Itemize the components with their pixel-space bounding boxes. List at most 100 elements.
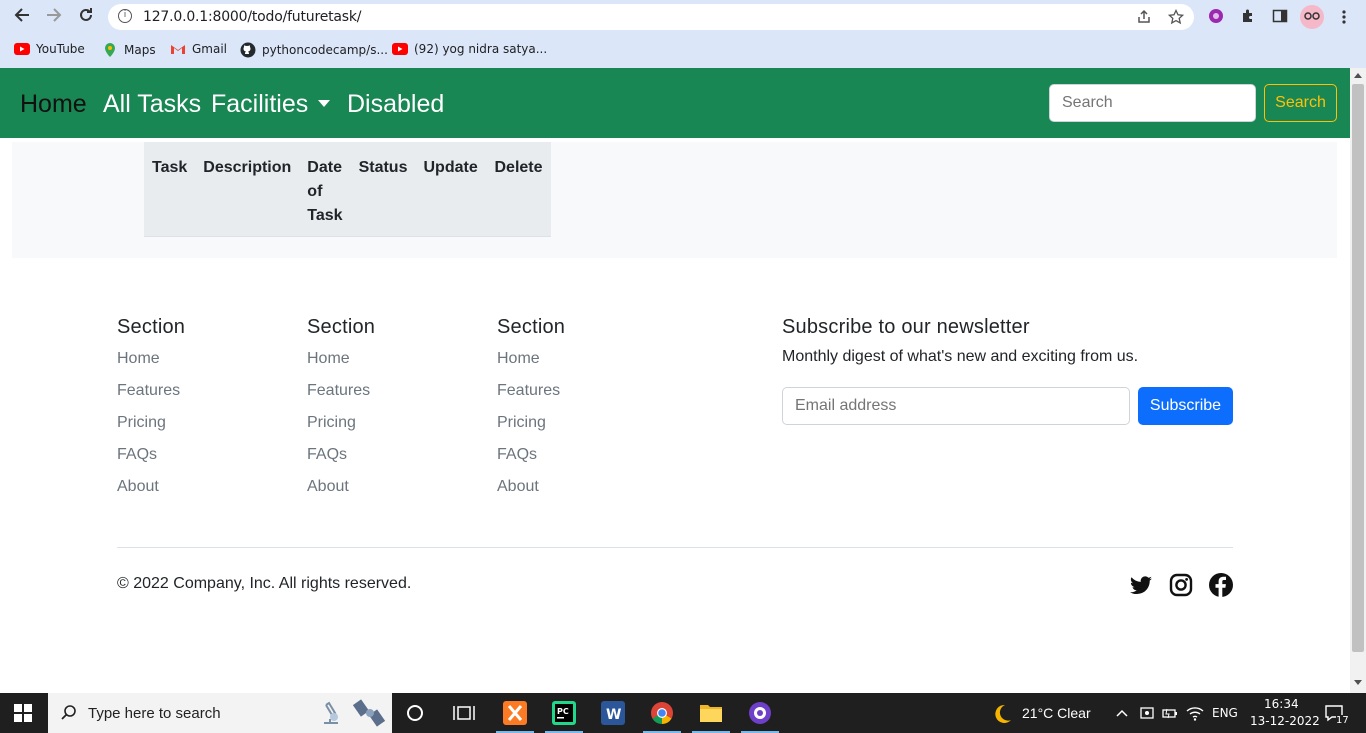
header-date-of-task: Date of Task [299,142,351,237]
scrollbar-thumb[interactable] [1352,84,1364,652]
footer-link-pricing[interactable]: Pricing [307,412,375,444]
youtube-icon [392,43,408,55]
subscribe-button[interactable]: Subscribe [1138,387,1233,425]
extension-purple-icon[interactable] [1208,8,1224,24]
footer-column-title: Section [497,316,566,338]
task-table-container: Task Description Date of Task Status Upd… [12,142,1337,258]
site-info-icon[interactable]: i [118,9,132,23]
footer-column-title: Section [307,316,376,338]
twitter-icon[interactable] [1129,573,1153,597]
bookmark-star-icon[interactable] [1168,9,1184,25]
share-icon[interactable] [1136,9,1152,25]
forward-button[interactable] [42,6,66,28]
header-update: Update [415,142,487,237]
bookmark-youtube[interactable]: YouTube [14,42,85,56]
pycharm-app-icon[interactable]: PC [552,701,576,725]
battery-icon[interactable] [1162,705,1178,721]
bookmark-label: (92) yog nidra satya... [414,42,548,56]
nav-facilities-dropdown[interactable]: Facilities [211,90,331,119]
profile-avatar-icon[interactable] [1300,5,1324,29]
newsletter-form: Subscribe to our newsletter Monthly dige… [782,316,1233,425]
footer-link-features[interactable]: Features [497,380,565,412]
reload-icon [80,8,92,21]
bookmark-label: Gmail [192,42,228,56]
microscope-icon [324,701,338,724]
windows-taskbar: Type here to search PC W 21°C Clear ENG … [0,693,1366,733]
cortana-icon[interactable] [405,703,425,723]
clock-date[interactable]: 13-12-2022 [1250,714,1320,728]
nav-home-link[interactable]: Home [20,90,87,119]
footer-link-about[interactable]: About [497,476,565,508]
bookmarks-bar: YouTube Maps Gmail pythoncodecamp/s... (… [0,34,1366,64]
navbar: Home All Tasks Facilities Disabled Searc… [0,68,1350,138]
instagram-icon[interactable] [1169,573,1193,597]
facebook-icon[interactable] [1209,573,1233,597]
omnibox[interactable]: i 127.0.0.1:8000/todo/futuretask/ [108,4,1194,30]
footer-link-about[interactable]: About [307,476,375,508]
chrome-app-icon[interactable] [650,701,674,725]
footer-link-faqs[interactable]: FAQs [497,444,565,476]
github-desktop-app-icon[interactable] [748,701,772,725]
svg-text:W: W [606,707,621,723]
satellite-icon [352,699,386,727]
wifi-icon[interactable] [1186,705,1204,721]
bookmark-yog-nidra[interactable]: (92) yog nidra satya... [392,42,547,56]
language-indicator[interactable]: ENG [1212,706,1238,720]
scroll-down-arrow-icon[interactable] [1354,680,1362,685]
side-panel-icon[interactable] [1272,8,1288,24]
weather-text[interactable]: 21°C Clear [1022,705,1091,721]
url-text[interactable]: 127.0.0.1:8000/todo/futuretask/ [143,9,361,25]
bookmark-label: Maps [124,43,156,57]
back-arrow-icon [14,8,29,22]
header-task: Task [144,142,196,237]
search-input[interactable] [1049,84,1256,122]
maps-icon [105,43,115,57]
page-scrollbar[interactable] [1350,68,1366,693]
header-status: Status [350,142,416,237]
extensions-puzzle-icon[interactable] [1240,8,1256,24]
footer-link-features[interactable]: Features [307,380,375,412]
bookmark-maps[interactable]: Maps [102,42,156,58]
browser-chrome: i 127.0.0.1:8000/todo/futuretask/ YouTub… [0,0,1366,68]
chevron-up-icon[interactable] [1115,706,1129,720]
footer-link-features[interactable]: Features [117,380,185,412]
footer-link-pricing[interactable]: Pricing [117,412,185,444]
footer-column-title: Section [117,316,186,338]
footer-column-1: Section Home Features Pricing FAQs About [117,316,185,508]
footer-link-pricing[interactable]: Pricing [497,412,565,444]
word-app-icon[interactable]: W [601,701,625,725]
back-button[interactable] [10,6,34,28]
windows-start-icon[interactable] [14,704,32,722]
bookmark-gmail[interactable]: Gmail [170,42,227,56]
email-address-input[interactable] [782,387,1130,425]
svg-text:PC: PC [557,707,569,716]
newsletter-subtitle: Monthly digest of what's new and excitin… [782,348,1139,365]
taskbar-search-box[interactable]: Type here to search [48,693,392,733]
footer-link-faqs[interactable]: FAQs [117,444,185,476]
task-view-icon[interactable] [453,703,475,723]
taskbar-search-placeholder: Type here to search [88,705,221,722]
footer-link-about[interactable]: About [117,476,185,508]
task-table: Task Description Date of Task Status Upd… [144,142,551,237]
browser-menu-icon[interactable] [1337,9,1351,25]
address-bar-row: i 127.0.0.1:8000/todo/futuretask/ [0,0,1366,34]
xampp-app-icon[interactable] [503,701,527,725]
footer-link-home[interactable]: Home [497,348,565,380]
nav-facilities-label: Facilities [211,90,309,118]
moon-weather-icon [995,704,1011,723]
bookmark-label: pythoncodecamp/s... [262,43,388,57]
footer-link-home[interactable]: Home [117,348,185,380]
footer-column-3: Section Home Features Pricing FAQs About [497,316,565,508]
clock-time[interactable]: 16:34 [1264,697,1299,711]
reload-button[interactable] [74,6,98,28]
footer-link-home[interactable]: Home [307,348,375,380]
search-button[interactable]: Search [1264,84,1337,122]
newsletter-title: Subscribe to our newsletter [782,316,1030,338]
meet-now-icon[interactable] [1139,705,1155,721]
footer-link-faqs[interactable]: FAQs [307,444,375,476]
footer: Section Home Features Pricing FAQs About… [0,258,1350,693]
scroll-up-arrow-icon[interactable] [1354,73,1362,78]
nav-all-tasks-link[interactable]: All Tasks [103,90,201,119]
bookmark-github[interactable]: pythoncodecamp/s... [240,42,388,58]
file-explorer-app-icon[interactable] [699,702,723,724]
